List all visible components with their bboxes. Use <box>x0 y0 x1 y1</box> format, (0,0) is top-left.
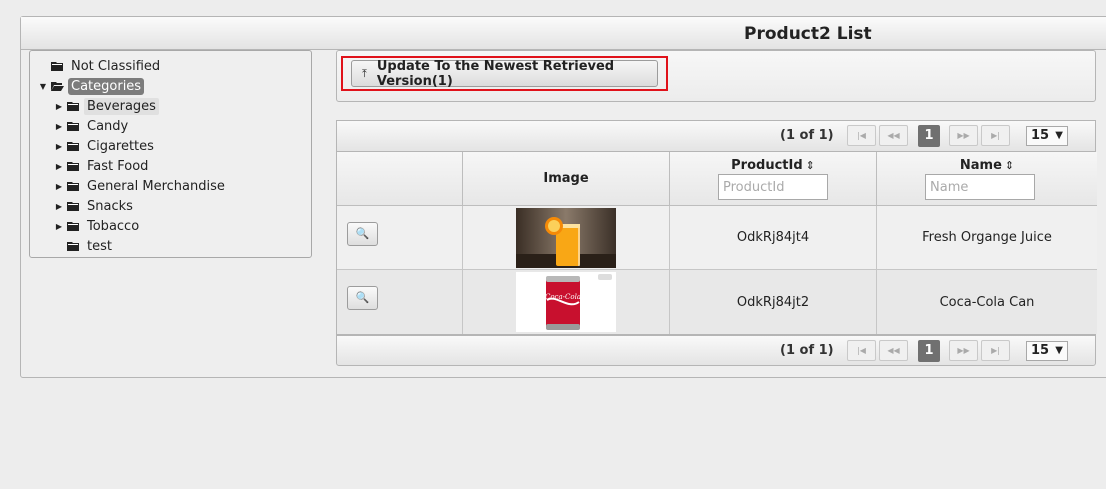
view-detail-button[interactable]: 🔍 <box>347 222 378 246</box>
arrow-up-to-line-icon: ⤒ <box>362 66 367 80</box>
name-header-label: Name <box>959 158 1002 173</box>
tree-node-tobacco[interactable]: ▶ Tobacco <box>54 217 142 235</box>
update-version-label: Update To the Newest Retrieved Version(1… <box>376 58 615 89</box>
previous-page-icon[interactable]: ◀◀ <box>879 340 908 361</box>
table-row-name-cell: Fresh Organge Juice <box>877 206 1097 270</box>
tree-node-label: Categories <box>68 77 145 95</box>
tree-node-test[interactable]: test <box>54 237 115 255</box>
folder-icon <box>66 100 80 112</box>
collapsed-caret-icon[interactable]: ▶ <box>54 162 64 171</box>
tree-node-cigarettes[interactable]: ▶ Cigarettes <box>54 137 157 155</box>
tree-node-label: Tobacco <box>87 218 140 234</box>
view-detail-button[interactable]: 🔍 <box>347 286 378 310</box>
next-page-icon[interactable]: ▶▶ <box>949 125 978 146</box>
tree-node-label: Fast Food <box>87 158 149 174</box>
folder-icon <box>66 160 80 172</box>
paginator-top: (1 of 1) |◀ ◀◀ 1 ▶▶ ▶| 15 ▼ <box>336 120 1096 151</box>
tree-node-fast-food[interactable]: ▶ Fast Food <box>54 157 151 175</box>
rows-per-page-value: 15 <box>1031 343 1050 358</box>
datatable-toolbar: ⤒ Update To the Newest Retrieved Version… <box>336 50 1096 102</box>
tree-node-label: Cigarettes <box>87 138 154 154</box>
panel-header: Product2 List <box>21 17 1106 50</box>
tree-node-label: test <box>87 238 112 254</box>
tree-node-candy[interactable]: ▶ Candy <box>54 117 131 135</box>
collapsed-caret-icon[interactable]: ▶ <box>54 222 64 231</box>
page-count: (1 of 1) <box>780 128 834 143</box>
folder-icon <box>66 140 80 152</box>
column-header-name[interactable]: Name ⇕ <box>877 152 1097 206</box>
tree-node-beverages[interactable]: ▶ Beverages <box>54 97 159 115</box>
table-row-image-cell: Coca-Cola <box>463 270 670 334</box>
rows-per-page-select[interactable]: 15 ▼ <box>1026 341 1068 361</box>
page-number-button[interactable]: 1 <box>918 125 940 147</box>
column-header-image: Image <box>463 152 670 206</box>
collapsed-caret-icon[interactable]: ▶ <box>54 182 64 191</box>
dropdown-caret-icon: ▼ <box>1055 345 1063 356</box>
table-row-name-cell: Coca-Cola Can <box>877 270 1097 334</box>
dropdown-caret-icon: ▼ <box>1055 130 1063 141</box>
table-row-productid-cell: OdkRj84jt4 <box>670 206 877 270</box>
page-number-button[interactable]: 1 <box>918 340 940 362</box>
magnifier-icon: 🔍 <box>355 227 370 240</box>
first-page-icon[interactable]: |◀ <box>847 125 876 146</box>
image-header-label: Image <box>543 171 589 186</box>
paginator-bottom: (1 of 1) |◀ ◀◀ 1 ▶▶ ▶| 15 ▼ <box>336 335 1096 366</box>
table-row-image-cell <box>463 206 670 270</box>
rows-per-page-value: 15 <box>1031 128 1050 143</box>
table-row-actions-cell: 🔍 <box>337 270 463 334</box>
update-version-button[interactable]: ⤒ Update To the Newest Retrieved Version… <box>351 58 658 89</box>
column-header-productid[interactable]: ProductId ⇕ <box>670 152 877 206</box>
product-table: Image ProductId⇕ Name⇕ 🔍 <box>336 151 1097 335</box>
tree-node-label: General Merchandise <box>87 178 225 194</box>
folder-icon <box>66 240 80 252</box>
tree-node-snacks[interactable]: ▶ Snacks <box>54 197 136 215</box>
last-page-icon[interactable]: ▶| <box>981 340 1010 361</box>
name-filter-input[interactable] <box>925 174 1035 200</box>
expanded-caret-icon[interactable]: ▼ <box>38 82 48 91</box>
folder-icon <box>50 60 64 72</box>
productid-filter-input[interactable] <box>718 174 828 200</box>
product-datatable: ⤒ Update To the Newest Retrieved Version… <box>336 50 1097 366</box>
column-header-actions <box>337 152 463 206</box>
svg-text:Coca-Cola: Coca-Cola <box>545 293 581 301</box>
tree-node-label: Snacks <box>87 198 133 214</box>
tree-node-label: Beverages <box>84 97 159 115</box>
first-page-icon[interactable]: |◀ <box>847 340 876 361</box>
folder-icon <box>66 180 80 192</box>
tree-node-not-classified[interactable]: Not Classified <box>38 57 163 75</box>
collapsed-caret-icon[interactable]: ▶ <box>54 122 64 131</box>
magnifier-icon: 🔍 <box>355 291 370 304</box>
productid-header-label: ProductId <box>731 158 803 173</box>
coca-cola-can-image: Coca-Cola <box>516 272 616 332</box>
folder-icon <box>66 200 80 212</box>
collapsed-caret-icon[interactable]: ▶ <box>54 142 64 151</box>
sort-icon[interactable]: ⇕ <box>806 159 815 172</box>
tree-node-general-merchandise[interactable]: ▶ General Merchandise <box>54 177 228 195</box>
panel-title: Product2 List <box>744 24 872 44</box>
folder-icon <box>66 120 80 132</box>
page-count: (1 of 1) <box>780 343 834 358</box>
tree-node-categories[interactable]: ▼ Categories <box>38 77 145 95</box>
productid-header-title: ProductId ⇕ <box>670 158 876 173</box>
folder-icon <box>66 220 80 232</box>
collapsed-caret-icon[interactable]: ▶ <box>54 102 64 111</box>
tree-node-label: Not Classified <box>71 58 161 74</box>
previous-page-icon[interactable]: ◀◀ <box>879 125 908 146</box>
category-tree: Not Classified ▼ Categories ▶ Beverages … <box>29 50 312 258</box>
table-row-productid-cell: OdkRj84jt2 <box>670 270 877 334</box>
tree-node-label: Candy <box>87 118 129 134</box>
folder-open-icon <box>50 80 64 92</box>
collapsed-caret-icon[interactable]: ▶ <box>54 202 64 211</box>
table-row-actions-cell: 🔍 <box>337 206 463 270</box>
last-page-icon[interactable]: ▶| <box>981 125 1010 146</box>
next-page-icon[interactable]: ▶▶ <box>949 340 978 361</box>
sort-icon[interactable]: ⇕ <box>1005 159 1014 172</box>
name-header-title: Name ⇕ <box>877 158 1097 173</box>
orange-juice-image <box>516 207 616 268</box>
rows-per-page-select[interactable]: 15 ▼ <box>1026 126 1068 146</box>
